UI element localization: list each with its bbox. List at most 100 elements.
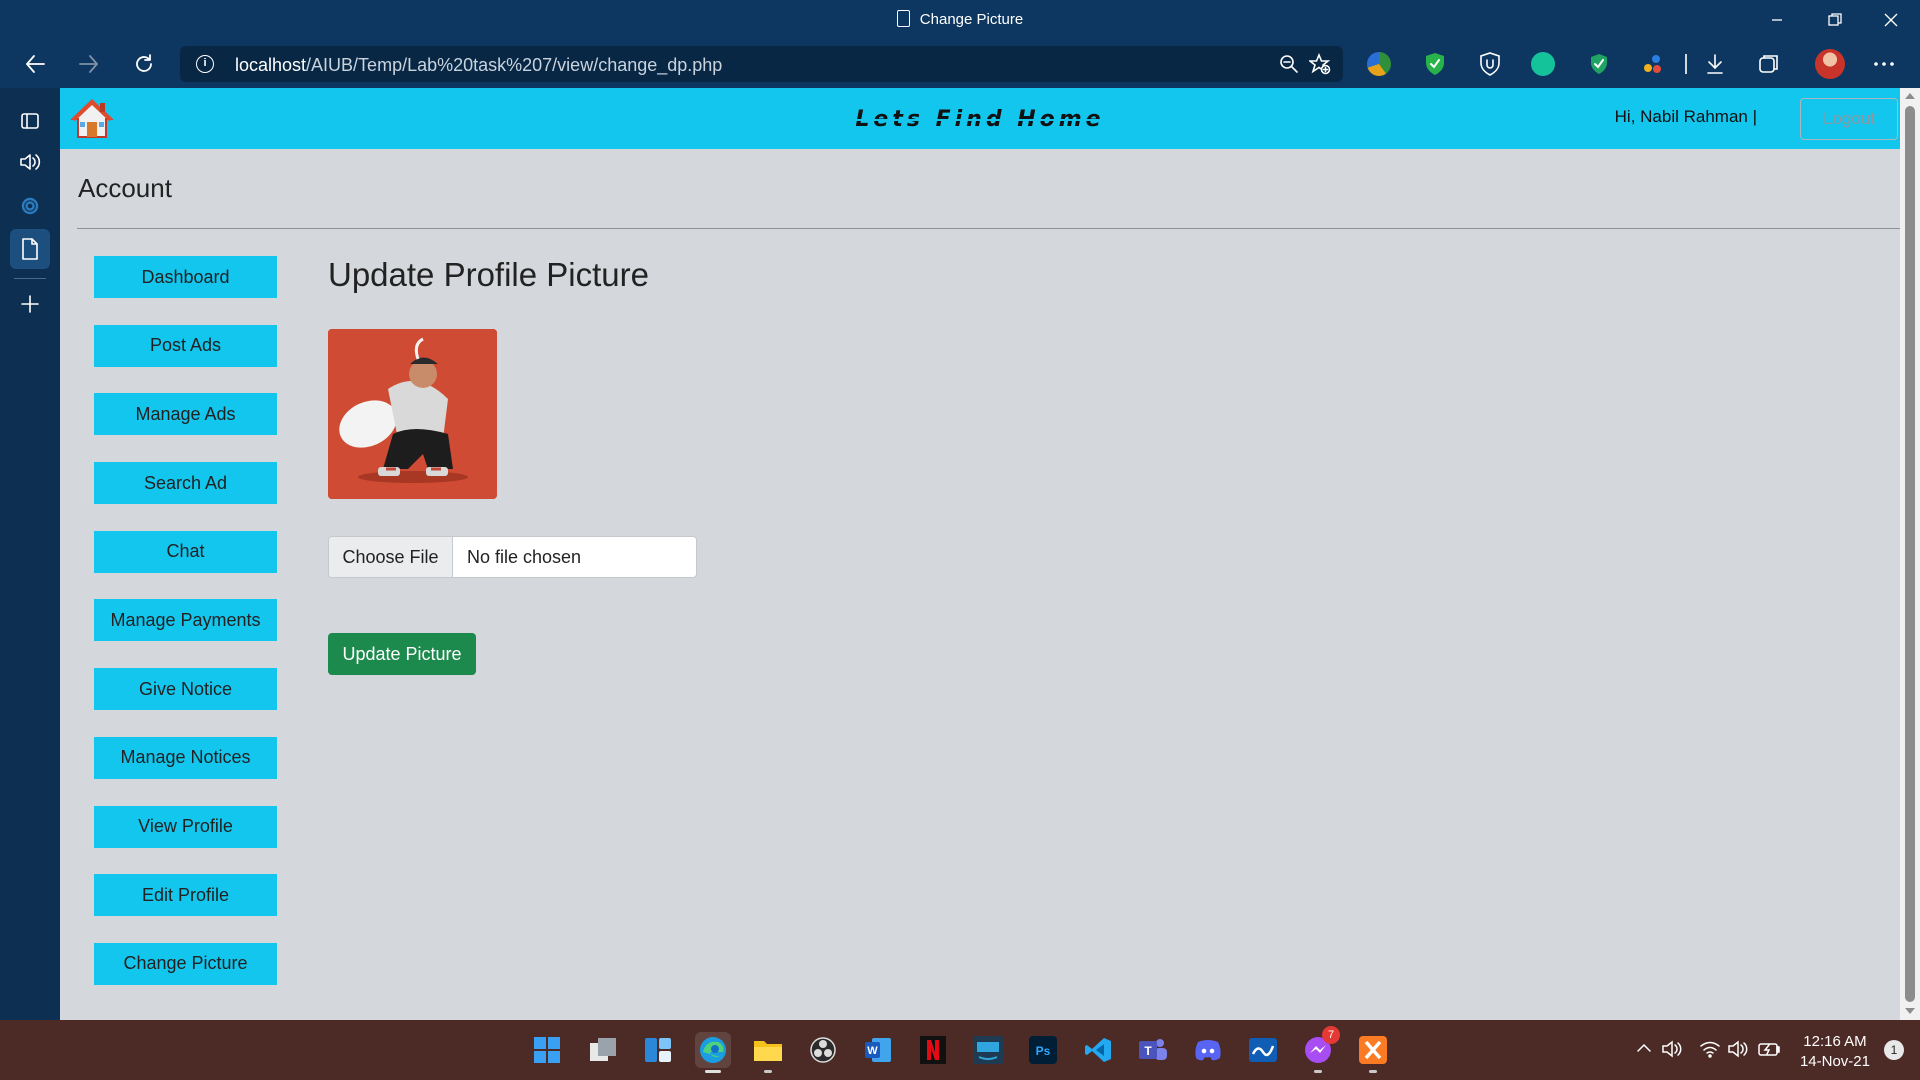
widgets-icon — [645, 1038, 671, 1062]
menu-view-profile-button[interactable]: View Profile — [94, 805, 277, 848]
taskbar-clock[interactable]: 12:16 AM 14-Nov-21 — [1800, 1032, 1870, 1072]
menu-post-ads-button[interactable]: Post Ads — [94, 324, 277, 367]
download-icon — [1707, 54, 1723, 74]
toolbar-divider — [1685, 54, 1687, 74]
minimize-button[interactable] — [1748, 0, 1806, 40]
address-bar[interactable]: i localhost/AIUB/Temp/Lab%20task%207/vie… — [180, 46, 1343, 82]
system-tray: 12:16 AM 14-Nov-21 1 — [1620, 1020, 1920, 1080]
tab-current-page[interactable] — [10, 229, 50, 269]
netflix-icon — [920, 1036, 946, 1064]
messenger-badge: 7 — [1322, 1026, 1340, 1044]
windows-logo-icon — [534, 1037, 560, 1063]
taskbar-netflix[interactable] — [915, 1032, 951, 1068]
taskbar-obs[interactable] — [805, 1032, 841, 1068]
extension-globe-icon[interactable] — [1367, 52, 1391, 76]
battery-button[interactable] — [1758, 1040, 1782, 1063]
folder-icon — [754, 1041, 782, 1061]
menu-chat-button[interactable]: Chat — [94, 530, 277, 573]
tab-audio-button[interactable] — [10, 142, 50, 182]
back-button[interactable] — [13, 40, 57, 88]
zoom-out-icon — [1280, 55, 1298, 73]
menu-give-notice-button[interactable]: Give Notice — [94, 668, 277, 711]
edge-icon — [700, 1037, 726, 1063]
wifi-button[interactable] — [1700, 1040, 1720, 1063]
logout-button[interactable]: Logout — [1800, 98, 1898, 140]
restore-button[interactable] — [1806, 0, 1864, 40]
favorite-button[interactable] — [1304, 48, 1336, 80]
collections-icon — [1759, 55, 1778, 73]
task-view-icon — [590, 1038, 616, 1061]
menu-edit-profile-button[interactable]: Edit Profile — [94, 874, 277, 917]
teams-icon: T — [1139, 1039, 1167, 1060]
extension-dots-button[interactable] — [1637, 48, 1669, 80]
vscode-icon — [1085, 1038, 1111, 1062]
collections-button[interactable] — [1753, 48, 1785, 80]
scroll-up-arrow[interactable] — [1905, 93, 1915, 99]
widgets-button[interactable] — [640, 1032, 676, 1068]
menu-search-ad-button[interactable]: Search Ad — [94, 462, 277, 505]
speaker-muted-icon — [1662, 1040, 1682, 1058]
taskbar-discord[interactable] — [1190, 1032, 1226, 1068]
taskbar-teams[interactable]: T — [1135, 1032, 1171, 1068]
update-picture-button[interactable]: Update Picture — [328, 633, 476, 675]
close-button[interactable] — [1862, 0, 1920, 40]
window-title: Change Picture — [0, 10, 1920, 28]
notification-center-button[interactable]: 1 — [1884, 1040, 1904, 1060]
taskbar-whiteboard[interactable] — [1245, 1032, 1281, 1068]
extension-ublock-button[interactable] — [1474, 48, 1506, 80]
page-icon — [896, 10, 910, 27]
menu-manage-payments-button[interactable]: Manage Payments — [94, 599, 277, 642]
whiteboard-icon — [1249, 1038, 1277, 1062]
taskbar-photoshop[interactable]: Ps — [1025, 1032, 1061, 1068]
site-info-icon[interactable]: i — [196, 55, 214, 73]
word-icon: W — [865, 1038, 891, 1062]
refresh-button[interactable] — [122, 40, 166, 88]
scroll-down-arrow[interactable] — [1905, 1008, 1915, 1014]
tab-cortana-button[interactable] — [10, 186, 50, 226]
scroll-thumb[interactable] — [1905, 106, 1915, 1002]
tray-audio-button[interactable] — [1662, 1040, 1684, 1063]
taskbar-edge[interactable] — [695, 1032, 731, 1073]
edge-sidebar — [0, 88, 60, 1020]
menu-dashboard-button[interactable]: Dashboard — [94, 256, 277, 298]
taskbar-messenger[interactable]: 7 — [1300, 1026, 1340, 1073]
menu-manage-ads-button[interactable]: Manage Ads — [94, 393, 277, 436]
more-dots-icon — [1874, 62, 1894, 66]
task-view-button[interactable] — [585, 1032, 621, 1068]
extension-check-button[interactable] — [1583, 48, 1615, 80]
tabs-icon — [21, 113, 39, 129]
new-tab-button[interactable] — [10, 284, 50, 324]
volume-button[interactable] — [1728, 1040, 1750, 1063]
tab-actions-button[interactable] — [10, 100, 50, 140]
taskbar-file-explorer[interactable] — [750, 1032, 786, 1073]
grammarly-icon[interactable] — [1531, 52, 1555, 76]
extension-shield-button[interactable] — [1419, 48, 1451, 80]
arrow-left-icon — [26, 55, 45, 73]
taskbar-word[interactable]: W — [860, 1032, 896, 1068]
taskbar-vscode[interactable] — [1080, 1032, 1116, 1068]
profile-avatar[interactable] — [1815, 49, 1845, 79]
battery-charging-icon — [1758, 1043, 1780, 1056]
downloads-button[interactable] — [1699, 48, 1731, 80]
start-button[interactable] — [529, 1032, 565, 1068]
choose-file-button[interactable]: Choose File — [329, 537, 453, 577]
show-hidden-icons-button[interactable] — [1636, 1040, 1652, 1061]
menu-manage-notices-button[interactable]: Manage Notices — [94, 736, 277, 779]
url-text[interactable]: localhost/AIUB/Temp/Lab%20task%207/view/… — [235, 55, 722, 76]
taskbar-xampp[interactable] — [1355, 1032, 1391, 1073]
page-icon — [22, 238, 38, 260]
sidebar-divider — [14, 278, 46, 279]
settings-menu-button[interactable] — [1868, 48, 1900, 80]
plus-icon — [21, 295, 39, 313]
check-shield-icon — [1591, 54, 1607, 74]
svg-text:W: W — [867, 1045, 878, 1057]
zoom-button[interactable] — [1273, 48, 1305, 80]
url-path: /AIUB/Temp/Lab%20task%207/view/change_dp… — [306, 55, 723, 75]
menu-change-picture-button[interactable]: Change Picture — [94, 942, 277, 985]
green-shield-icon — [1426, 53, 1444, 75]
file-input[interactable]: Choose File No file chosen — [328, 536, 697, 578]
forward-button[interactable] — [67, 40, 111, 88]
page-scrollbar[interactable] — [1900, 88, 1920, 1020]
taskbar-prime-video[interactable] — [970, 1032, 1006, 1068]
chevron-up-icon — [1637, 1043, 1651, 1052]
